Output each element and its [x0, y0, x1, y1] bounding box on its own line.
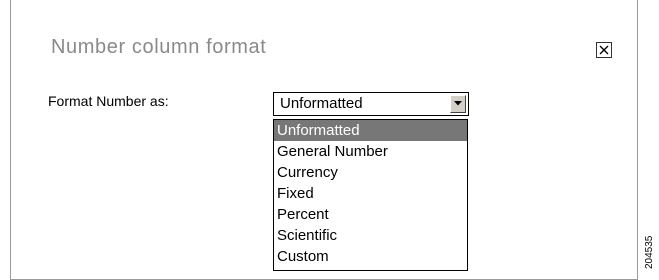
option-custom[interactable]: Custom: [274, 246, 467, 267]
figure-id-label: 204535: [644, 236, 655, 269]
option-percent[interactable]: Percent: [274, 204, 467, 225]
number-column-format-dialog: Number column format Format Number as: U…: [10, 0, 638, 280]
option-unformatted[interactable]: Unformatted: [274, 120, 467, 141]
option-general-number[interactable]: General Number: [274, 141, 467, 162]
dialog-title: Number column format: [51, 36, 267, 58]
close-icon: [599, 45, 609, 55]
format-select[interactable]: Unformatted: [273, 92, 469, 116]
option-fixed[interactable]: Fixed: [274, 183, 467, 204]
format-select-value: Unformatted: [280, 95, 363, 112]
option-scientific[interactable]: Scientific: [274, 225, 467, 246]
format-number-label: Format Number as:: [48, 93, 169, 109]
chevron-down-icon: [454, 101, 462, 106]
dropdown-arrow-button[interactable]: [450, 95, 466, 113]
option-currency[interactable]: Currency: [274, 162, 467, 183]
format-options-list[interactable]: Unformatted General Number Currency Fixe…: [273, 119, 468, 271]
close-button[interactable]: [596, 42, 612, 58]
